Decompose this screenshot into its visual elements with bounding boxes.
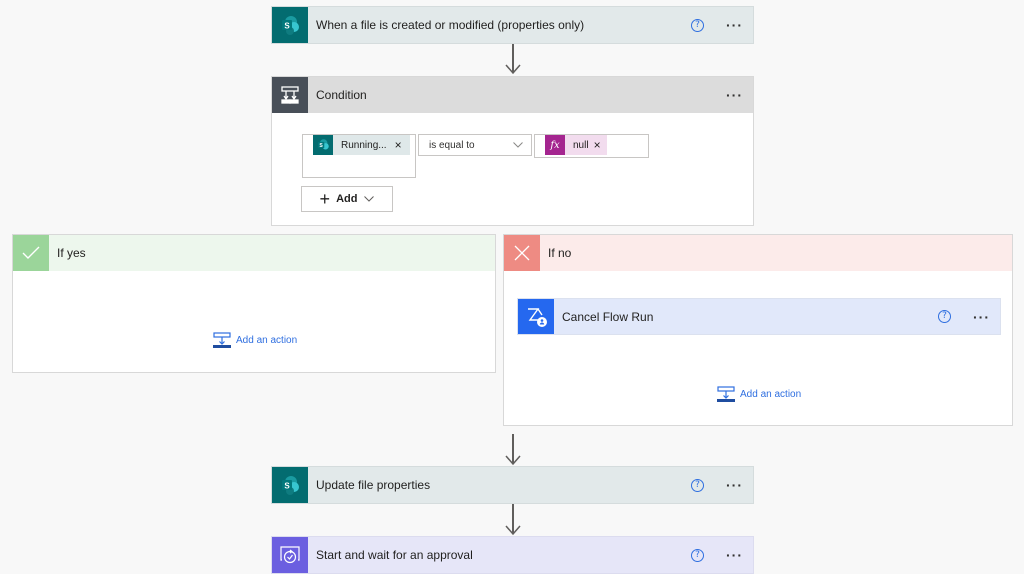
update-file-properties-card[interactable]: S Update file properties ? ··· [271,466,754,504]
token-label: null [573,139,589,151]
trigger-title: When a file is created or modified (prop… [316,18,585,32]
add-action-label: Add an action [236,335,298,346]
connector-arrow [503,504,523,536]
add-action-icon [213,332,231,348]
branch-if-no: If no Cancel Flow Run ? ··· Add an actio… [503,234,1013,426]
add-an-action-button[interactable]: Add an action [213,332,297,349]
condition-card[interactable]: Condition ··· S Running... × is equal to… [271,76,754,226]
help-icon[interactable]: ? [691,548,704,562]
connector-arrow [503,44,523,76]
add-an-action-button[interactable]: Add an action [717,386,801,403]
connector-arrow [503,434,523,466]
branch-title: If no [548,246,572,260]
sharepoint-icon: S [272,7,308,43]
add-action-icon [717,386,735,402]
dynamic-content-token[interactable]: S Running... × [313,135,410,155]
chevron-down-icon [513,142,523,148]
approval-icon [272,537,308,573]
svg-text:S: S [284,22,290,31]
condition-title: Condition [316,88,367,102]
approval-card[interactable]: Start and wait for an approval ? ··· [271,536,754,574]
svg-text:S: S [284,482,290,491]
x-icon [504,235,540,271]
add-condition-button[interactable]: + Add [301,186,393,212]
check-icon [13,235,49,271]
operator-value: is equal to [429,139,475,151]
more-options-icon[interactable]: ··· [973,310,990,324]
trigger-card[interactable]: S When a file is created or modified (pr… [271,6,754,44]
help-icon[interactable]: ? [691,18,704,32]
plus-icon: + [319,189,331,209]
more-options-icon[interactable]: ··· [726,88,743,102]
cancel-flow-icon [518,299,554,334]
add-label: Add [336,193,358,205]
help-icon[interactable]: ? [938,310,951,323]
branch-title: If yes [57,246,86,260]
condition-icon [272,77,308,113]
action-title: Update file properties [316,478,431,492]
token-label: Running... [341,139,387,151]
sharepoint-icon: S [313,135,333,155]
help-icon[interactable]: ? [691,478,704,492]
cancel-flow-run-card[interactable]: Cancel Flow Run ? ··· [517,298,1001,335]
condition-right-operand[interactable]: fx null × [534,134,649,158]
action-title: Cancel Flow Run [562,309,654,324]
sharepoint-icon: S [272,467,308,503]
fx-icon: fx [545,135,565,155]
more-options-icon[interactable]: ··· [726,18,743,32]
more-options-icon[interactable]: ··· [726,478,743,492]
more-options-icon[interactable]: ··· [726,548,743,562]
branch-if-yes: If yes Add an action [12,234,496,373]
chevron-down-icon [364,196,375,202]
add-action-label: Add an action [740,389,802,400]
condition-left-operand[interactable]: S Running... × [302,134,416,178]
remove-token-icon[interactable]: × [594,138,601,152]
remove-token-icon[interactable]: × [395,138,402,152]
action-title: Start and wait for an approval [316,548,473,562]
operator-dropdown[interactable]: is equal to [418,134,532,156]
expression-token[interactable]: fx null × [545,135,607,155]
